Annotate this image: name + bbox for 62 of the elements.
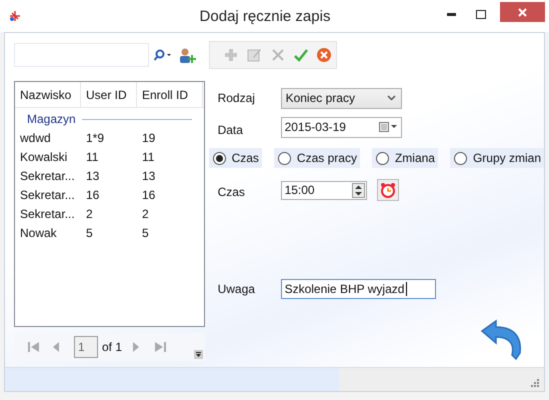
first-page-icon[interactable]	[28, 341, 40, 353]
table-cell-text: 16	[141, 186, 156, 204]
table-cell-text: wdwd	[19, 130, 52, 146]
search-icon	[153, 49, 171, 61]
field-label: Rodzaj	[218, 90, 256, 107]
field-label: Data	[218, 122, 244, 139]
column-header[interactable]: Nazwisko	[15, 82, 81, 107]
table-cell-text: 2	[141, 206, 150, 222]
chevron-down-icon	[386, 95, 396, 101]
cross-icon	[270, 47, 286, 63]
user-add-icon	[178, 47, 196, 63]
table-cell-text: 5	[85, 224, 94, 242]
table-cell-text: Sekretar...	[19, 186, 76, 204]
maximize-icon	[476, 10, 486, 18]
radio-option[interactable]: Czas	[208, 148, 262, 168]
note-field[interactable]: Szkolenie BHP wyjazd	[280, 279, 436, 299]
radio-option[interactable]: Grupy zmian	[450, 148, 544, 168]
table-cell-text: Kowalski	[19, 148, 68, 166]
alarm-clock-icon	[380, 182, 396, 198]
field-label: Czas	[218, 184, 246, 201]
table-cell-text: 1*9	[85, 130, 106, 146]
close-button[interactable]	[500, 2, 545, 22]
radio-option[interactable]: Zmiana	[372, 148, 438, 168]
close-icon	[518, 8, 527, 16]
table-cell-text: 13	[141, 168, 156, 184]
table-cell-text: Nowak	[19, 224, 58, 242]
column-header[interactable]: Enroll ID	[137, 82, 203, 107]
table-cell-text: 2	[85, 206, 94, 222]
last-page-icon[interactable]	[154, 341, 166, 353]
plus-icon	[223, 47, 240, 63]
checkmark-icon	[292, 47, 309, 63]
calendar-icon	[378, 122, 397, 132]
table-cell-text: 5	[141, 224, 150, 242]
page-count: of 1	[102, 339, 122, 356]
date-picker[interactable]: 2015-03-19	[280, 116, 402, 138]
column-header[interactable]: User ID	[81, 82, 137, 107]
minimize-icon	[446, 12, 456, 16]
previous-page-icon[interactable]	[52, 341, 60, 353]
spinner-icon[interactable]	[352, 182, 365, 198]
table-cell-text: 13	[85, 168, 100, 184]
pencil-icon	[246, 47, 262, 63]
page-number-field[interactable]: 1	[74, 336, 98, 358]
radio-option[interactable]: Czas pracy	[274, 148, 360, 168]
table-cell-text: 19	[141, 130, 156, 146]
clock-button[interactable]	[376, 179, 399, 201]
undo-arrow-icon[interactable]	[480, 319, 524, 361]
search-field[interactable]	[14, 43, 149, 67]
table-cell-text: Sekretar...	[19, 168, 76, 184]
table-cell-text: 11	[85, 148, 100, 166]
time-field[interactable]: 15:00	[280, 180, 367, 200]
table-cell-text: 11	[141, 148, 156, 166]
next-page-icon[interactable]	[132, 341, 140, 353]
table-cell-text: Sekretar...	[19, 206, 76, 222]
cancel-icon	[316, 47, 332, 63]
type-dropdown[interactable]: Koniec pracy	[280, 88, 402, 108]
overflow-dropdown-icon[interactable]	[194, 350, 203, 358]
group-header: Magazyn	[27, 111, 76, 128]
table-cell-text: 16	[85, 186, 100, 204]
resize-grip-icon[interactable]	[531, 379, 540, 388]
window-title: Dodaj ręcznie zapis	[200, 7, 330, 27]
field-label: Uwaga	[218, 281, 256, 298]
app-logo-icon	[8, 9, 22, 23]
